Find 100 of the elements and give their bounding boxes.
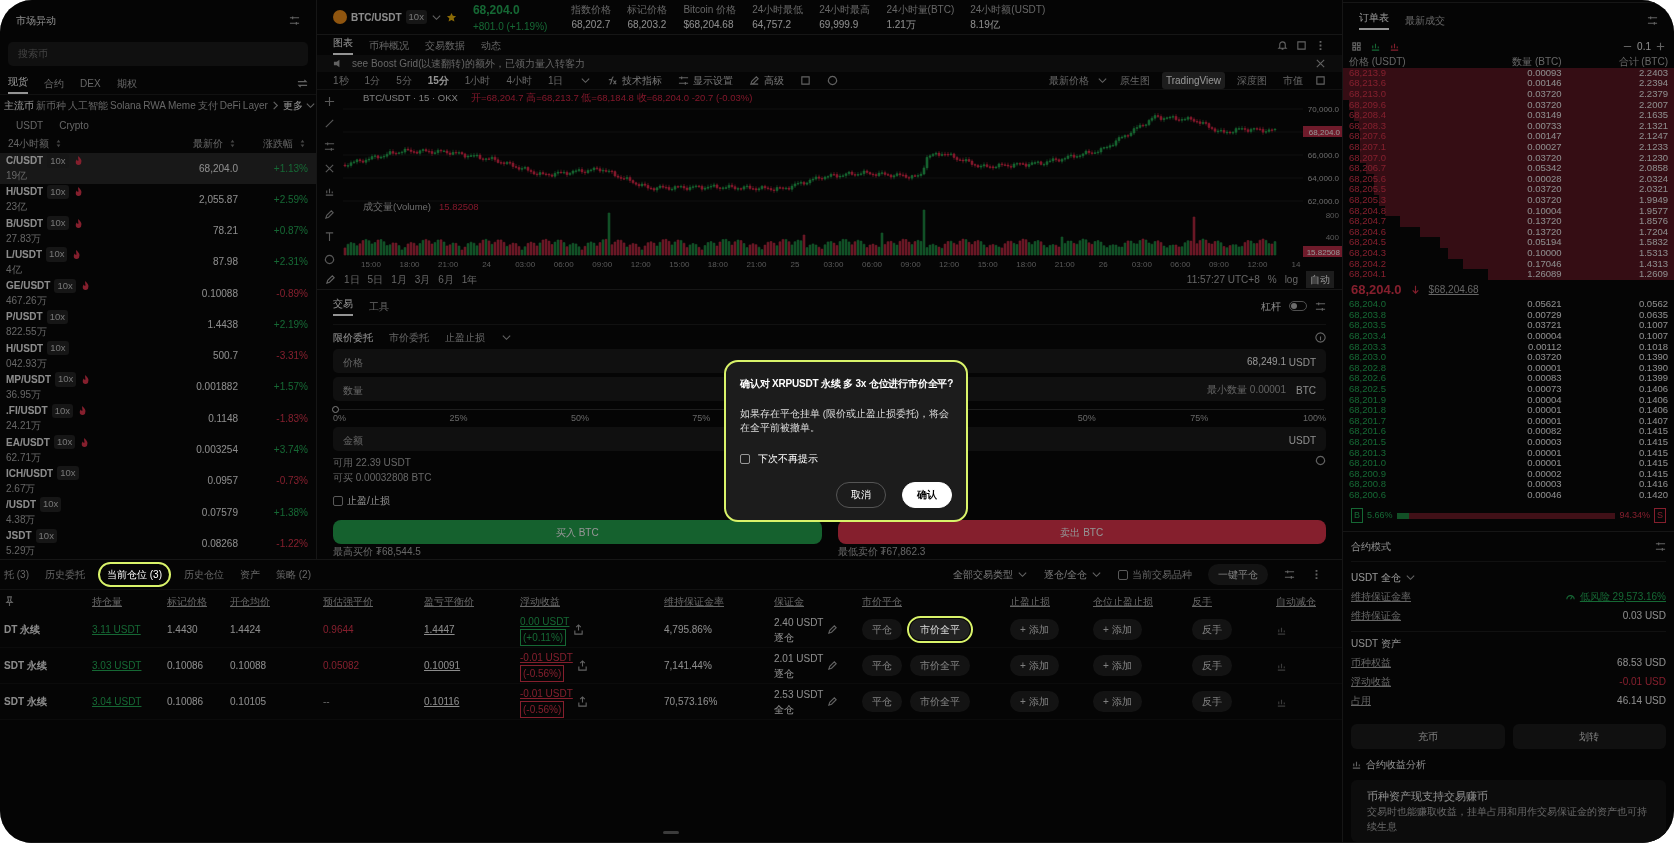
breakeven-price: 0.10116 bbox=[424, 696, 460, 707]
ohlc-text: 开=68,204.7 高=68,213.7 低=68,184.8 收=68,204.0 -20.7 (-0.03%) bbox=[470, 91, 753, 103]
price-text: 87.98 bbox=[211, 255, 238, 270]
price-tick: 64,000.0 bbox=[1307, 173, 1339, 183]
change-text: -1.83% bbox=[275, 411, 308, 426]
bid-total: 0.1420 bbox=[1638, 489, 1668, 501]
bid-quantity: 0.05621 bbox=[1527, 299, 1562, 310]
ask-quantity: 0.10004 bbox=[1527, 205, 1562, 217]
ask-price: 68,207.6 bbox=[1349, 131, 1386, 142]
ask-price: 68,213.0 bbox=[1349, 89, 1386, 100]
stat-label: 标记价格 bbox=[627, 3, 668, 18]
bid-total: 0.1018 bbox=[1638, 341, 1668, 353]
column-header: 仓位止盈止损 bbox=[1093, 594, 1154, 609]
volume-text: 042.93万 bbox=[6, 356, 48, 371]
bid-quantity: 0.00004 bbox=[1527, 394, 1562, 406]
stat-label: Bitcoin 价格 bbox=[683, 3, 737, 18]
ask-quantity: 0.03720 bbox=[1527, 152, 1562, 164]
ask-total: 1.9577 bbox=[1638, 205, 1668, 217]
slider-mark: 75% bbox=[1190, 412, 1209, 425]
time-label: 25 bbox=[790, 259, 800, 269]
ask-quantity: 0.00733 bbox=[1527, 120, 1562, 132]
bid-price: 68,201.5 bbox=[1349, 436, 1386, 448]
price-text: 0.001882 bbox=[195, 380, 238, 395]
ask-quantity: 0.00028 bbox=[1527, 173, 1562, 185]
leverage-tag: 10x bbox=[46, 247, 68, 262]
ask-price: 68,204.2 bbox=[1349, 258, 1386, 270]
bid-total: 0.1390 bbox=[1638, 352, 1668, 363]
bid-quantity: 0.00003 bbox=[1527, 479, 1562, 490]
buy-ratio: 5.66% bbox=[1367, 508, 1393, 522]
pair-symbol: MP/USDT bbox=[6, 373, 51, 387]
column-header: 反手 bbox=[1192, 594, 1213, 609]
leverage-tag: 10x bbox=[47, 184, 69, 199]
last-price: 68,204.0 bbox=[1351, 280, 1402, 299]
bid-price: 68,202.8 bbox=[1349, 362, 1386, 374]
clock-text: 11:57:27 UTC+8 bbox=[1186, 273, 1260, 288]
entry-price: 0.10105 bbox=[230, 696, 267, 707]
slider-mark: 50% bbox=[1077, 412, 1096, 425]
leverage-tag: 10x bbox=[47, 341, 69, 356]
bid-price: 68,202.5 bbox=[1349, 383, 1386, 395]
unit-text: USDT bbox=[1288, 356, 1316, 370]
bid-total: 0.1407 bbox=[1638, 415, 1668, 427]
position-name: SDT 永续 bbox=[4, 696, 47, 707]
bid-quantity: 0.00073 bbox=[1527, 383, 1562, 395]
bid-total: 0.1406 bbox=[1638, 383, 1668, 395]
margin-value: 2.53 USDT bbox=[774, 687, 824, 702]
checkbox-label: 止盈/止损 bbox=[347, 494, 390, 508]
slider-mark: 25% bbox=[449, 412, 468, 425]
pnl-percent: (-0.56%) bbox=[520, 664, 565, 682]
volume-value: 15.82508 bbox=[438, 200, 479, 212]
margin-value: 2.40 USDT bbox=[774, 615, 824, 630]
ask-total: 2.1247 bbox=[1638, 131, 1668, 142]
slider-mark: 75% bbox=[692, 412, 711, 425]
change-text: -1.22% bbox=[275, 536, 308, 551]
volume-text: 4亿 bbox=[6, 262, 23, 277]
bid-quantity: 0.00083 bbox=[1527, 373, 1562, 384]
bid-price: 68,204.0 bbox=[1349, 299, 1386, 310]
bid-price: 68,201.7 bbox=[1349, 415, 1386, 427]
position-name: SDT 永续 bbox=[4, 660, 47, 671]
change-text: +1.57% bbox=[272, 380, 308, 395]
mark-price: $68,204.68 bbox=[1428, 282, 1479, 297]
info-label: 维持保证金率 bbox=[1351, 589, 1411, 604]
bid-total: 0.1390 bbox=[1638, 362, 1668, 374]
ask-total: 2.2007 bbox=[1638, 99, 1668, 111]
column-header: 保证金 bbox=[774, 594, 805, 609]
bid-quantity: 0.00002 bbox=[1527, 468, 1562, 480]
liquidation-price: -- bbox=[323, 696, 330, 707]
volume-label: 成交量(Volume) bbox=[362, 200, 431, 212]
time-label: 12:00 bbox=[939, 259, 960, 269]
stat-label: 24小时最高 bbox=[819, 3, 871, 18]
bid-price: 68,201.6 bbox=[1349, 426, 1386, 437]
ask-quantity: 0.10000 bbox=[1527, 247, 1562, 259]
info-label: 维持保证金 bbox=[1351, 608, 1401, 623]
sell-ratio: 94.34% bbox=[1619, 508, 1650, 522]
field-label: 数量 bbox=[343, 384, 363, 398]
ask-price: 68,204.3 bbox=[1349, 247, 1386, 259]
ask-quantity: 0.00146 bbox=[1527, 78, 1562, 90]
mark-price: 0.10086 bbox=[167, 660, 204, 671]
ask-quantity: 0.05194 bbox=[1527, 237, 1562, 248]
time-label: 21:00 bbox=[438, 259, 459, 269]
ask-total: 2.0321 bbox=[1638, 184, 1668, 195]
bid-quantity: 0.00001 bbox=[1527, 362, 1562, 374]
pnl-value: -0.01 USDT bbox=[520, 650, 573, 665]
price-tick: 70,000.0 bbox=[1307, 104, 1339, 114]
volume-text: 27.83万 bbox=[6, 231, 43, 246]
min-sell-text: 最低卖价 ₮67,862.3 bbox=[837, 545, 927, 559]
ask-quantity: 0.00147 bbox=[1527, 131, 1562, 142]
change-text: +1.38% bbox=[272, 505, 308, 520]
info-value: 低风险 29,573.16% bbox=[1579, 589, 1666, 604]
pair-title: BTC/USDT bbox=[351, 10, 402, 25]
breakeven-price: 1.4447 bbox=[424, 624, 455, 635]
price-text: 2,055.87 bbox=[198, 192, 238, 207]
leverage-tag: 10x bbox=[405, 9, 427, 25]
column-header: 自动减仓 bbox=[1276, 594, 1317, 609]
time-label: 03:00 bbox=[823, 259, 844, 269]
price-change: +801.0 (+1.19%) bbox=[472, 19, 548, 34]
price-text: 1.4438 bbox=[206, 317, 238, 332]
bid-quantity: 0.00001 bbox=[1527, 447, 1562, 459]
ask-quantity: 0.13720 bbox=[1527, 216, 1562, 227]
change-text: +3.74% bbox=[272, 443, 308, 457]
ask-total: 2.1635 bbox=[1638, 110, 1668, 121]
